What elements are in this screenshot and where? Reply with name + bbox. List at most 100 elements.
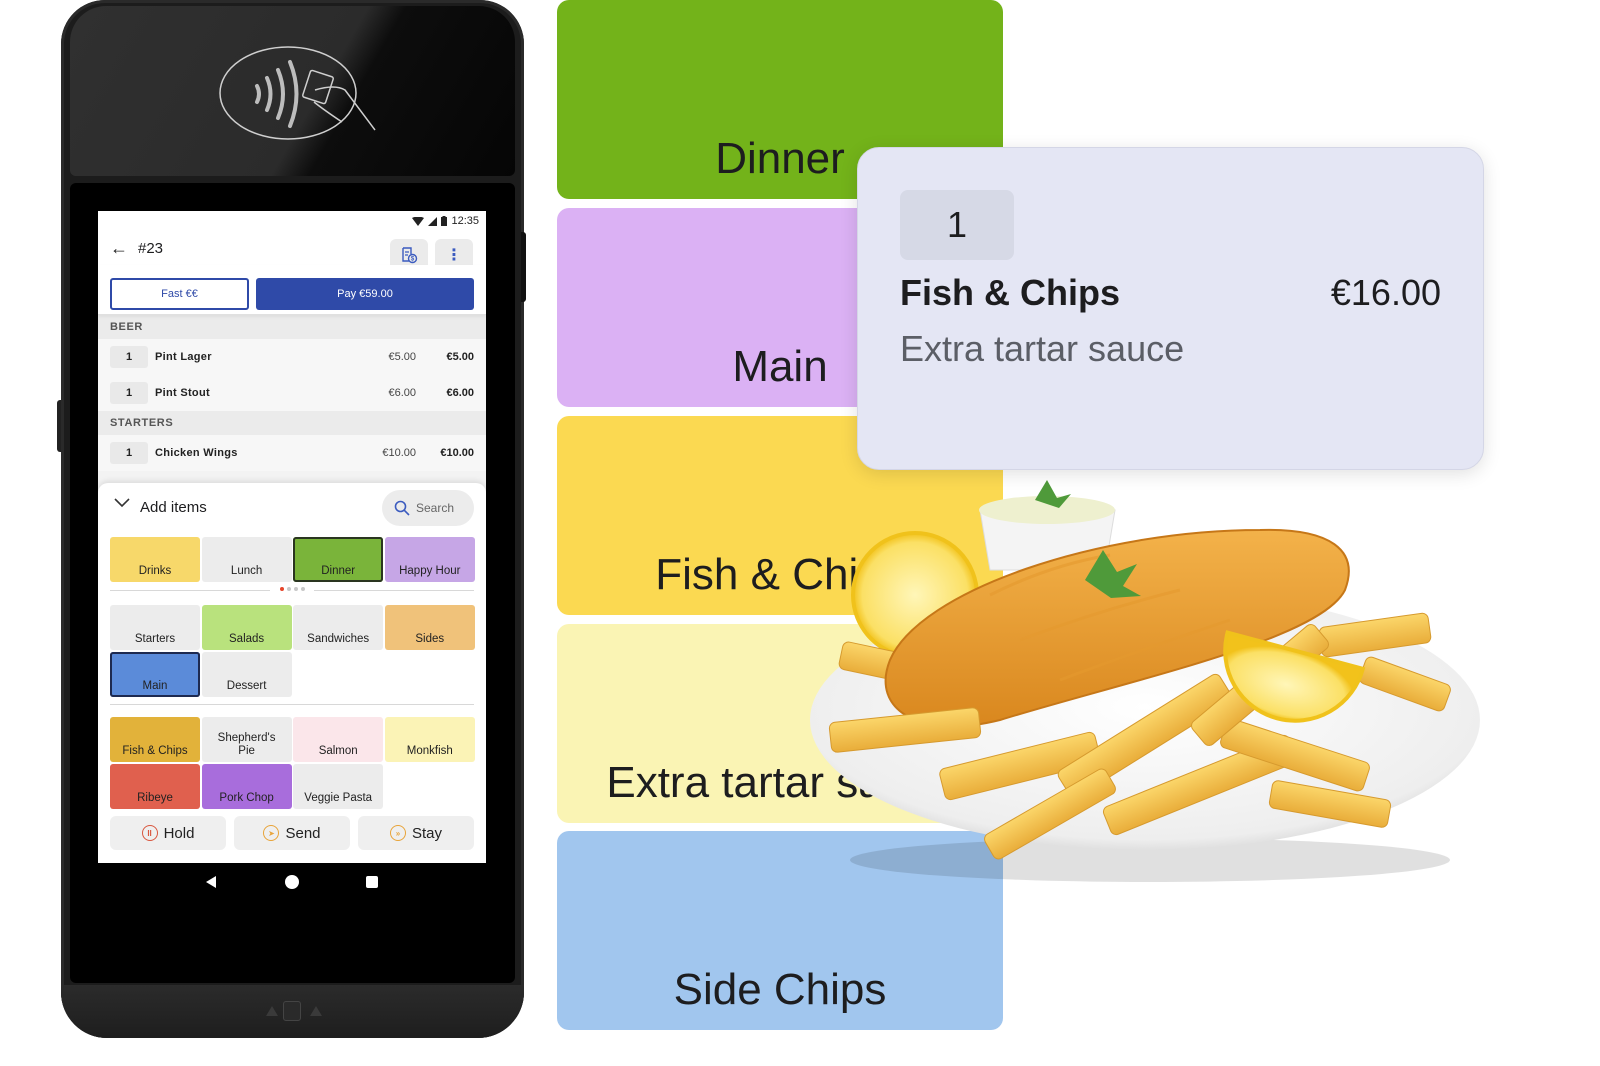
search-label: Search <box>416 501 455 515</box>
line-item-name: Pint Lager <box>155 351 212 363</box>
battery-icon <box>441 216 448 226</box>
category-tile[interactable]: Dessert <box>201 652 292 697</box>
fast-forward-icon: » <box>389 825 406 841</box>
pos-screen: 12:35 ← #23 $ ⋮ Fast €€ Pay €59.00 BEER … <box>98 211 486 863</box>
line-unit-price: €5.00 <box>388 351 416 363</box>
menu-tile[interactable]: Lunch <box>201 537 292 582</box>
line-quantity[interactable]: 1 <box>110 346 148 368</box>
tile-label: Salads <box>229 633 265 645</box>
stay-label: Stay <box>411 824 442 842</box>
product-tiles: Fish & Chips Shepherd's Pie Salmon Monkf… <box>110 717 475 809</box>
line-unit-price: €10.00 <box>382 447 416 459</box>
item-name: Fish & Chips <box>900 272 1121 313</box>
order-number: #23 <box>138 239 164 257</box>
tile-label: Lunch <box>230 565 263 577</box>
product-tile[interactable]: Ribeye <box>110 764 200 809</box>
chevron-down-icon[interactable] <box>114 498 130 508</box>
order-line[interactable]: 1 Pint Lager €5.00 €5.00 <box>98 339 486 375</box>
stay-button[interactable]: » Stay <box>358 816 474 850</box>
nav-home-icon[interactable] <box>285 875 299 889</box>
wifi-icon <box>412 216 425 226</box>
pager-dot-active[interactable] <box>280 587 284 591</box>
pager-dot[interactable] <box>287 587 291 591</box>
tile-label: Dinner <box>715 134 845 183</box>
order-list: BEER 1 Pint Lager €5.00 €5.00 1 Pint Sto… <box>98 315 486 471</box>
menu-tiles: Drinks Lunch Dinner Happy Hour <box>110 537 475 582</box>
category-tile[interactable]: Starters <box>110 605 200 650</box>
menu-tile[interactable]: Drinks <box>110 537 200 582</box>
send-button[interactable]: ➤ Send <box>234 816 350 850</box>
status-time: 12:35 <box>451 215 479 227</box>
search-icon <box>394 500 410 516</box>
divider <box>314 590 474 591</box>
item-quantity: 1 <box>900 190 1014 260</box>
pay-button[interactable]: Pay €59.00 <box>256 278 474 310</box>
order-item-detail-card: 1 Fish & Chips €16.00 Extra tartar sauce <box>857 147 1484 470</box>
line-quantity[interactable]: 1 <box>110 442 148 464</box>
order-section-header: STARTERS <box>98 411 486 435</box>
pager-dot[interactable] <box>294 587 298 591</box>
category-tile-selected[interactable]: Main <box>110 652 200 697</box>
line-total: €6.00 <box>446 387 474 399</box>
order-line[interactable]: 1 Chicken Wings €10.00 €10.00 <box>98 435 486 471</box>
pager-dots[interactable] <box>280 587 305 591</box>
more-vertical-icon: ⋮ <box>446 247 462 264</box>
tile-label: Monkfish <box>406 745 453 757</box>
tile-label: Veggie Pasta <box>304 792 373 804</box>
tile-label: Sides <box>415 633 445 645</box>
category-tile[interactable]: Salads <box>201 605 292 650</box>
phone-side-button <box>521 232 526 302</box>
tile-label: Happy Hour <box>399 565 461 577</box>
category-tile[interactable]: Sides <box>384 605 475 650</box>
tile-label: Shepherd's Pie <box>217 732 276 757</box>
hold-button[interactable]: II Hold <box>110 816 226 850</box>
tile-label: Ribeye <box>137 792 173 804</box>
divider <box>110 704 474 705</box>
product-tile[interactable]: Shepherd's Pie <box>201 717 292 762</box>
android-nav-bar <box>98 863 486 903</box>
sensor-triangle-icon <box>310 1006 322 1016</box>
tile-label: Fish & Chips <box>122 745 188 757</box>
tile-label: Dessert <box>226 680 267 692</box>
order-actions: II Hold ➤ Send » Stay <box>110 816 474 850</box>
product-tile[interactable]: Salmon <box>293 717 384 762</box>
product-tile[interactable]: Monkfish <box>384 717 475 762</box>
nav-recent-icon[interactable] <box>366 876 378 888</box>
tile-label: Drinks <box>138 565 172 577</box>
line-total: €10.00 <box>440 447 474 459</box>
item-price: €16.00 <box>1330 272 1441 313</box>
product-tile[interactable]: Fish & Chips <box>110 717 200 762</box>
product-tile[interactable]: Pork Chop <box>201 764 292 809</box>
pager-dot[interactable] <box>301 587 305 591</box>
menu-tile[interactable]: Happy Hour <box>384 537 475 582</box>
payment-actions: Fast €€ Pay €59.00 <box>98 265 486 315</box>
pause-icon: II <box>141 825 158 841</box>
add-items-title: Add items <box>140 499 207 516</box>
hold-label: Hold <box>163 824 195 842</box>
line-item-name: Chicken Wings <box>155 447 238 459</box>
nfc-reader-area <box>70 6 515 176</box>
category-tile[interactable]: Sandwiches <box>293 605 384 650</box>
tile-label: Starters <box>134 633 176 645</box>
menu-tile-selected[interactable]: Dinner <box>293 537 384 582</box>
line-quantity[interactable]: 1 <box>110 382 148 404</box>
add-items-header[interactable]: Add items Search <box>98 483 486 531</box>
line-unit-price: €6.00 <box>388 387 416 399</box>
product-tile[interactable]: Veggie Pasta <box>293 764 384 809</box>
back-arrow-icon[interactable]: ← <box>110 238 138 259</box>
order-line[interactable]: 1 Pint Stout €6.00 €6.00 <box>98 375 486 411</box>
nav-back-icon[interactable] <box>206 876 216 888</box>
tile-label: Main <box>142 680 168 692</box>
tile-label: Side Chips <box>673 965 887 1014</box>
sensor-triangle-icon <box>266 1006 278 1016</box>
page-indicator <box>110 587 474 595</box>
line-total: €5.00 <box>446 351 474 363</box>
app-header: ← #23 $ ⋮ <box>98 231 486 271</box>
search-button[interactable]: Search <box>382 490 474 526</box>
status-bar: 12:35 <box>98 211 486 231</box>
tile-label: Salmon <box>318 745 358 757</box>
signal-icon <box>428 216 438 226</box>
fast-cash-button[interactable]: Fast €€ <box>110 278 249 310</box>
item-modifier: Extra tartar sauce <box>900 328 1185 369</box>
sensor-square-icon <box>283 1001 301 1021</box>
